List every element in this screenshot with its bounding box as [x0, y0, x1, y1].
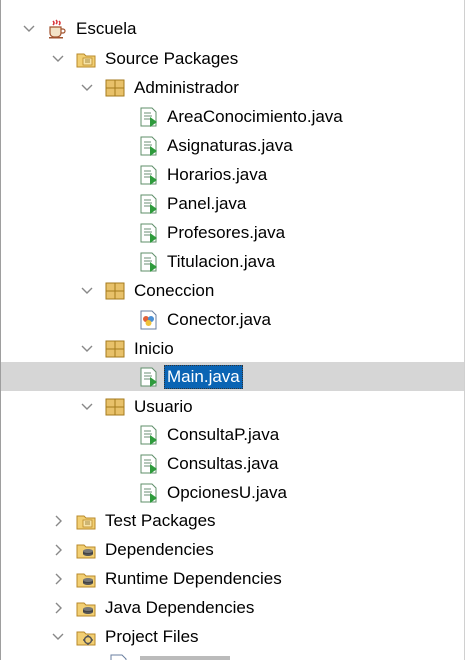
file-label[interactable]: AreaConocimiento.java [164, 105, 346, 129]
tree-node-java-dependencies[interactable]: Java Dependencies [51, 593, 257, 622]
java-file-icon [140, 483, 157, 503]
tree-node-file[interactable]: Profesores.java [138, 218, 288, 247]
tree-node-package[interactable]: Usuario [80, 392, 196, 421]
tree-node-file[interactable]: ConsultaP.java [138, 420, 282, 449]
source-packages-label[interactable]: Source Packages [102, 47, 241, 71]
test-folder-icon [76, 515, 96, 529]
package-label[interactable]: Usuario [131, 395, 196, 419]
java-file-icon [140, 367, 157, 387]
chevron-down-icon[interactable] [51, 630, 65, 644]
tree-node-package[interactable]: Inicio [80, 334, 177, 363]
package-icon [105, 340, 125, 357]
tree-node-file[interactable]: Conector.java [138, 305, 274, 334]
chevron-down-icon[interactable] [22, 22, 36, 36]
test-packages-label[interactable]: Test Packages [102, 509, 219, 533]
tree-node-file[interactable]: Titulacion.java [138, 247, 278, 276]
jar-folder-icon [76, 602, 96, 616]
chevron-right-icon[interactable] [51, 572, 65, 586]
tree-node-package[interactable]: Coneccion [80, 276, 217, 305]
tree-node-project-files[interactable]: Project Files [51, 622, 202, 651]
file-label[interactable]: Consultas.java [164, 452, 282, 476]
tree-node-file[interactable]: Consultas.java [138, 449, 282, 478]
chevron-down-icon[interactable] [80, 284, 94, 298]
java-file-icon [140, 223, 157, 243]
project-tree: Escuela Source Packages Administrador Ar… [0, 0, 465, 660]
java-file-icon [140, 136, 157, 156]
chevron-down-icon[interactable] [80, 400, 94, 414]
project-files-label[interactable]: Project Files [102, 625, 202, 649]
java-file-icon [140, 107, 157, 127]
chevron-right-icon[interactable] [51, 543, 65, 557]
package-icon [105, 79, 125, 96]
file-icon [110, 654, 127, 660]
tree-node-file[interactable]: Horarios.java [138, 160, 270, 189]
chevron-down-icon[interactable] [80, 81, 94, 95]
tree-node-package[interactable]: Administrador [80, 73, 242, 102]
file-label[interactable]: Conector.java [164, 308, 274, 332]
java-file-icon [140, 194, 157, 214]
jar-folder-icon [76, 573, 96, 587]
project-label[interactable]: Escuela [73, 17, 139, 41]
java-file-icon [140, 425, 157, 445]
tree-node-file[interactable]: Asignaturas.java [138, 131, 296, 160]
file-label[interactable]: Asignaturas.java [164, 134, 296, 158]
file-label[interactable]: OpcionesU.java [164, 481, 290, 505]
package-label[interactable]: Administrador [131, 76, 242, 100]
partial-row-label [140, 656, 230, 660]
file-label[interactable]: Titulacion.java [164, 250, 278, 274]
coffee-cup-project-icon [49, 18, 66, 38]
left-border [0, 0, 1, 660]
tree-node-file-selected[interactable]: Main.java [1, 362, 464, 391]
file-label[interactable]: ConsultaP.java [164, 423, 282, 447]
chevron-right-icon[interactable] [51, 514, 65, 528]
selected-file-label[interactable]: Main.java [164, 364, 243, 389]
chevron-right-icon[interactable] [51, 601, 65, 615]
package-icon [105, 398, 125, 415]
package-label[interactable]: Inicio [131, 337, 177, 361]
java-dependencies-label[interactable]: Java Dependencies [102, 596, 257, 620]
tree-node-file[interactable]: OpcionesU.java [138, 478, 290, 507]
package-label[interactable]: Coneccion [131, 279, 217, 303]
tree-node-test-packages[interactable]: Test Packages [51, 506, 219, 535]
package-icon [105, 282, 125, 299]
project-files-folder-icon [76, 631, 96, 645]
chevron-down-icon[interactable] [51, 52, 65, 66]
java-file-icon [140, 165, 157, 185]
partial-file-icon [108, 653, 134, 660]
tree-node-runtime-dependencies[interactable]: Runtime Dependencies [51, 564, 285, 593]
java-class-file-icon [140, 310, 157, 329]
runtime-dependencies-label[interactable]: Runtime Dependencies [102, 567, 285, 591]
file-label[interactable]: Horarios.java [164, 163, 270, 187]
source-folder-icon [76, 53, 96, 67]
tree-node-source-packages[interactable]: Source Packages [51, 44, 241, 73]
java-file-icon [140, 454, 157, 474]
chevron-down-icon[interactable] [80, 342, 94, 356]
tree-node-dependencies[interactable]: Dependencies [51, 535, 217, 564]
file-label[interactable]: Panel.java [164, 192, 249, 216]
tree-node-file[interactable]: Panel.java [138, 189, 249, 218]
jar-folder-icon [76, 544, 96, 558]
tree-node-file[interactable]: AreaConocimiento.java [138, 102, 346, 131]
file-label[interactable]: Profesores.java [164, 221, 288, 245]
java-file-icon [140, 252, 157, 272]
dependencies-label[interactable]: Dependencies [102, 538, 217, 562]
tree-node-project[interactable]: Escuela [22, 14, 139, 43]
